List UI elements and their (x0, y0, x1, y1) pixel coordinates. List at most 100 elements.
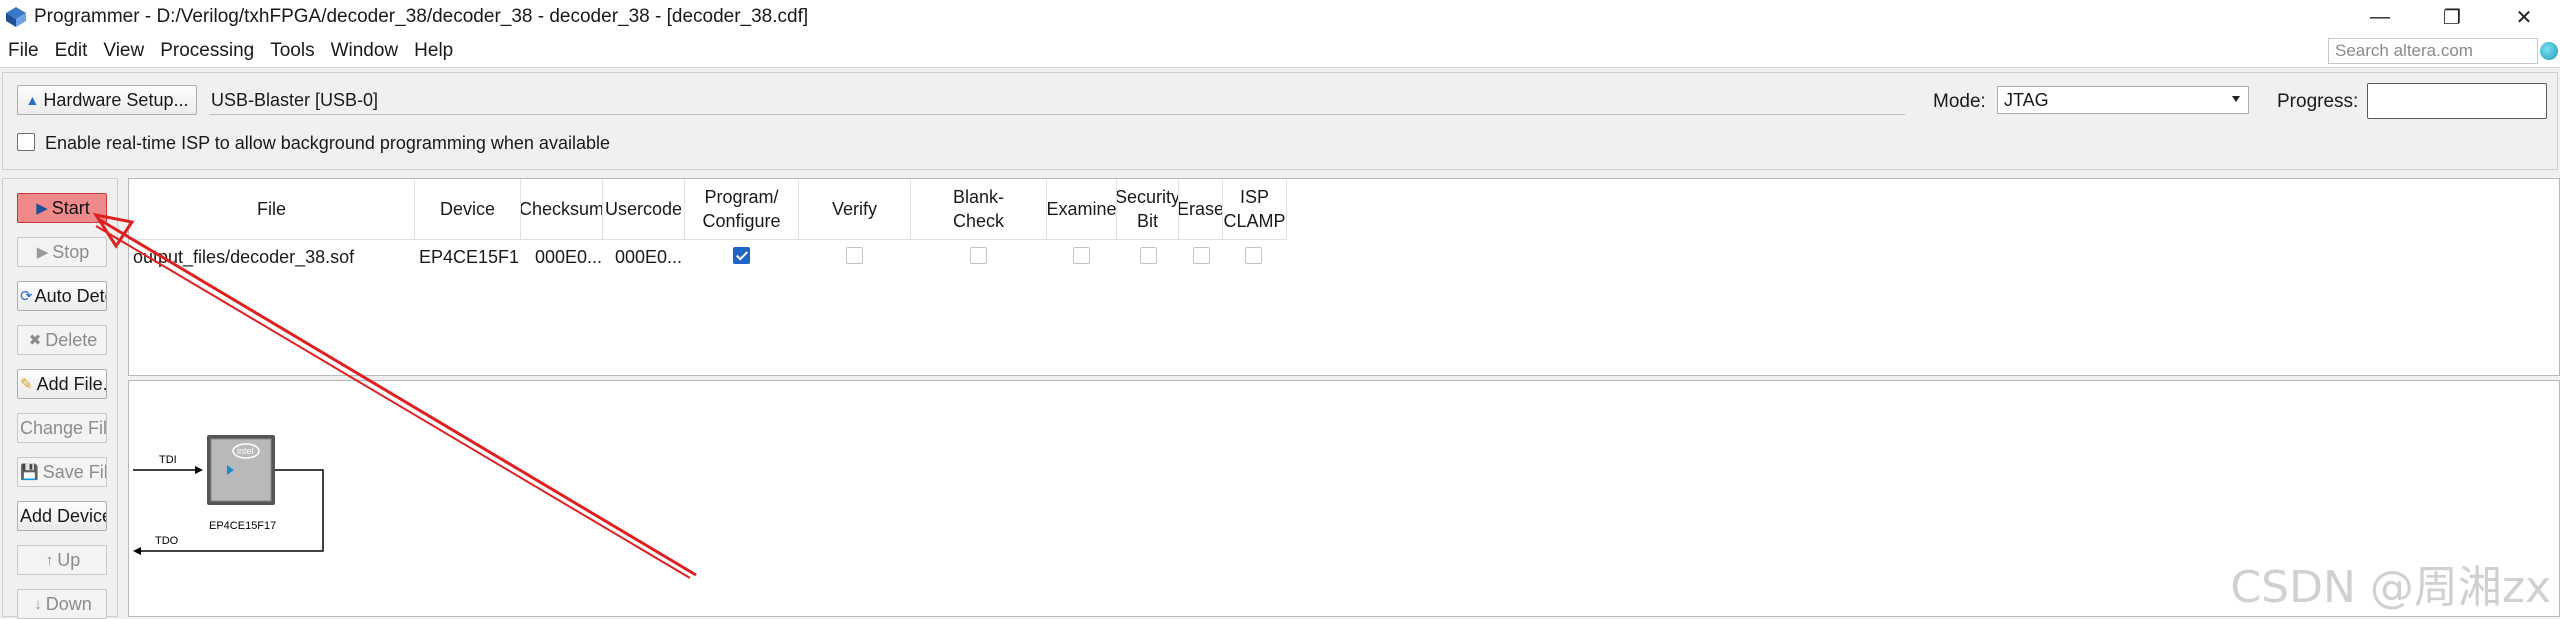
save-file-button[interactable]: 💾 Save File (17, 457, 107, 487)
examine-checkbox[interactable] (1073, 247, 1090, 264)
menu-view[interactable]: View (95, 40, 152, 62)
add-file-label: Add File... (36, 373, 107, 394)
blank-header-line1: Blank- (952, 187, 1005, 207)
stop-label: Stop (52, 241, 90, 262)
start-icon: ▶ (36, 200, 48, 217)
chain-device-label: EP4CE15F17 (209, 520, 276, 532)
auto-detect-button[interactable]: ⟳ Auto Detect (17, 281, 107, 311)
delete-icon: ✖ (28, 332, 42, 349)
menu-window[interactable]: Window (323, 40, 407, 62)
auto-detect-label: Auto Detect (34, 285, 106, 306)
menu-file[interactable]: File (0, 40, 47, 62)
program-header-line1: Program/ (704, 187, 779, 207)
fpga-chip-icon[interactable]: intel (207, 435, 275, 505)
stop-icon: ▶ (36, 244, 49, 261)
maximize-button[interactable]: ❐ (2416, 0, 2488, 34)
isp-header-line2: CLAMP (1223, 211, 1286, 231)
add-file-button[interactable]: ✎ Add File... (17, 369, 107, 399)
menu-bar: File Edit View Processing Tools Window H… (0, 34, 2560, 68)
programmer-toolbar: ▶ Start ▶ Stop ⟳ Auto Detect ✖ Delete ✎ … (2, 178, 118, 619)
programmer-app-icon (4, 5, 28, 29)
title-bar: Programmer - D:/Verilog/txhFPGA/decoder_… (0, 0, 2560, 34)
progress-label: Progress: (2277, 91, 2359, 112)
start-button[interactable]: ▶ Start (17, 193, 107, 223)
column-header-blank-check[interactable]: Blank- Check (911, 179, 1047, 239)
window-title: Programmer - D:/Verilog/txhFPGA/decoder_… (34, 6, 809, 27)
column-header-isp-clamp[interactable]: ISP CLAMP (1223, 179, 1287, 239)
start-label: Start (51, 197, 90, 218)
window-controls: — ❐ ✕ (2344, 0, 2560, 34)
mode-select[interactable]: JTAG (1997, 86, 2249, 114)
program-header-line2: Configure (702, 211, 781, 231)
up-label: Up (57, 549, 81, 570)
close-button[interactable]: ✕ (2488, 0, 2560, 34)
mode-value: JTAG (2004, 90, 2049, 110)
isp-checkbox[interactable] (17, 133, 35, 151)
tdo-label: TDO (155, 535, 179, 547)
row-usercode: 000E0... (615, 247, 683, 267)
down-arrow-icon: ↓ (34, 595, 42, 613)
stop-button[interactable]: ▶ Stop (17, 237, 107, 267)
column-header-program[interactable]: Program/ Configure (685, 179, 799, 239)
menu-edit[interactable]: Edit (47, 40, 96, 62)
header-divider (129, 239, 1287, 240)
column-header-file[interactable]: File (129, 179, 415, 239)
column-header-verify[interactable]: Verify (799, 179, 911, 239)
menu-tools[interactable]: Tools (262, 40, 322, 62)
auto-detect-icon: ⟳ (20, 288, 33, 305)
globe-icon[interactable] (2540, 42, 2558, 60)
progress-bar (2367, 83, 2547, 119)
row-device: EP4CE15F17 (419, 247, 519, 267)
column-header-device[interactable]: Device (415, 179, 521, 239)
device-file-table: File Device Checksum Usercode Program/ C… (128, 178, 2560, 376)
menu-processing[interactable]: Processing (152, 40, 262, 62)
up-arrow-icon: ↑ (45, 551, 54, 569)
tdi-label: TDI (159, 454, 177, 466)
chevron-down-icon (2232, 96, 2240, 102)
column-header-checksum[interactable]: Checksum (521, 179, 603, 239)
tdi-arrow-icon (195, 466, 203, 474)
chip-logo: intel (237, 446, 254, 456)
security-bit-checkbox[interactable] (1140, 247, 1157, 264)
row-file: output_files/decoder_38.sof (133, 247, 355, 267)
down-label: Down (45, 593, 92, 614)
save-file-label: Save File (42, 461, 106, 482)
row-checksum: 000E0... (535, 247, 601, 267)
verify-checkbox[interactable] (846, 247, 863, 264)
down-button[interactable]: ↓ Down (17, 589, 107, 619)
add-device-button[interactable]: Add Device (17, 501, 107, 531)
security-header-line1: Security (1117, 187, 1179, 207)
column-header-security-bit[interactable]: Security Bit (1117, 179, 1179, 239)
blank-check-checkbox[interactable] (970, 247, 987, 264)
jtag-chain-diagram: TDI intel EP4CE15F17 TDO (133, 435, 324, 555)
mode-label: Mode: (1933, 91, 1986, 112)
blank-header-line2: Check (952, 211, 1005, 231)
add-file-icon: ✎ (20, 376, 33, 393)
search-input[interactable]: Search altera.com (2328, 38, 2538, 64)
delete-button[interactable]: ✖ Delete (17, 325, 107, 355)
hardware-value: USB-Blaster [USB-0] (209, 87, 1905, 115)
change-file-label: Change File (20, 417, 107, 438)
save-file-icon: 💾 (20, 464, 39, 481)
menu-help[interactable]: Help (406, 40, 461, 62)
add-device-label: Add Device (20, 505, 107, 526)
security-header-line2: Bit (1136, 211, 1158, 231)
hardware-setup-button[interactable]: ▲ Hardware Setup... (17, 85, 197, 115)
delete-label: Delete (45, 329, 98, 350)
column-header-usercode[interactable]: Usercode (603, 179, 685, 239)
column-header-erase[interactable]: Erase (1179, 179, 1223, 239)
column-header-examine[interactable]: Examine (1047, 179, 1117, 239)
minimize-button[interactable]: — (2344, 0, 2416, 34)
up-button[interactable]: ↑ Up (17, 545, 107, 575)
hardware-icon: ▲ (25, 92, 40, 108)
isp-clamp-checkbox[interactable] (1245, 247, 1262, 264)
change-file-button[interactable]: Change File (17, 413, 107, 443)
isp-header-line1: ISP (1239, 187, 1269, 207)
erase-checkbox[interactable] (1193, 247, 1210, 264)
hardware-setup-label: Hardware Setup... (43, 89, 189, 110)
tdo-arrow-icon (133, 547, 141, 555)
program-checkbox[interactable] (733, 247, 750, 264)
hardware-panel: ▲ Hardware Setup... USB-Blaster [USB-0] … (2, 72, 2558, 170)
jtag-chain-panel: TDI intel EP4CE15F17 TDO CSDN @周湘zx (128, 380, 2560, 617)
isp-label: Enable real-time ISP to allow background… (45, 133, 610, 153)
